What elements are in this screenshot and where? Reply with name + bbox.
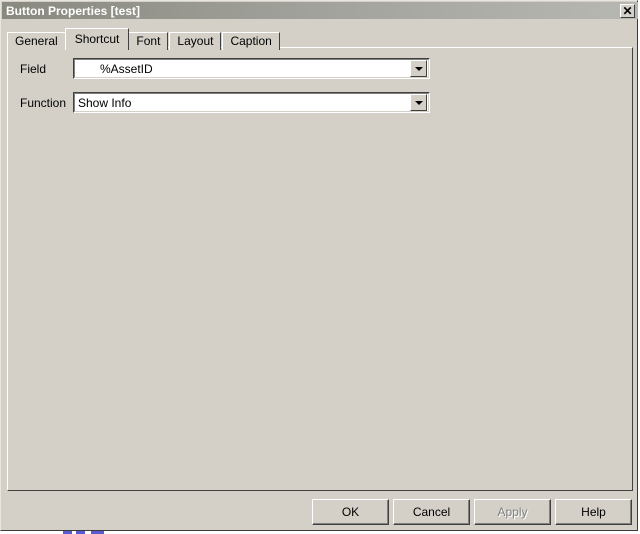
ok-button[interactable]: OK <box>312 499 389 525</box>
field-row: Field <box>20 62 46 76</box>
help-button-label: Help <box>581 505 606 519</box>
button-properties-dialog: Button Properties [test] ✕ General Short… <box>0 0 638 531</box>
apply-button-label: Apply <box>497 505 528 519</box>
chevron-down-icon[interactable] <box>410 94 427 111</box>
chevron-down-glyph <box>414 100 423 105</box>
chevron-down-icon[interactable] <box>410 60 427 77</box>
close-x-glyph: ✕ <box>622 3 633 18</box>
field-combobox[interactable]: %AssetID <box>73 58 430 79</box>
function-row: Function <box>20 96 66 110</box>
tab-general[interactable]: General <box>7 32 66 50</box>
function-label: Function <box>20 96 67 110</box>
shortcut-tab-panel: Field %AssetID Function Show Info <box>7 47 633 491</box>
function-combobox-value: Show Info <box>78 95 132 110</box>
field-combobox-value: %AssetID <box>100 61 153 76</box>
field-label: Field <box>20 62 47 76</box>
help-button[interactable]: Help <box>555 499 632 525</box>
tab-shortcut[interactable]: Shortcut <box>64 28 130 50</box>
function-combobox-inner: Show Info <box>74 93 429 112</box>
title-bar[interactable]: Button Properties [test] ✕ <box>2 2 638 19</box>
tab-layout[interactable]: Layout <box>169 32 222 50</box>
chevron-down-glyph <box>414 66 423 71</box>
ok-button-label: OK <box>341 505 360 519</box>
cancel-button[interactable]: Cancel <box>393 499 470 525</box>
cancel-button-label: Cancel <box>412 505 451 519</box>
tab-strip: General Shortcut Font Layout Caption <box>7 28 281 50</box>
window-title: Button Properties [test] <box>6 3 141 18</box>
close-icon[interactable]: ✕ <box>620 3 635 18</box>
tab-caption[interactable]: Caption <box>222 32 280 50</box>
field-combobox-inner: %AssetID <box>74 59 429 78</box>
tab-font[interactable]: Font <box>128 32 169 50</box>
function-combobox[interactable]: Show Info <box>73 92 430 113</box>
apply-button: Apply <box>474 499 551 525</box>
